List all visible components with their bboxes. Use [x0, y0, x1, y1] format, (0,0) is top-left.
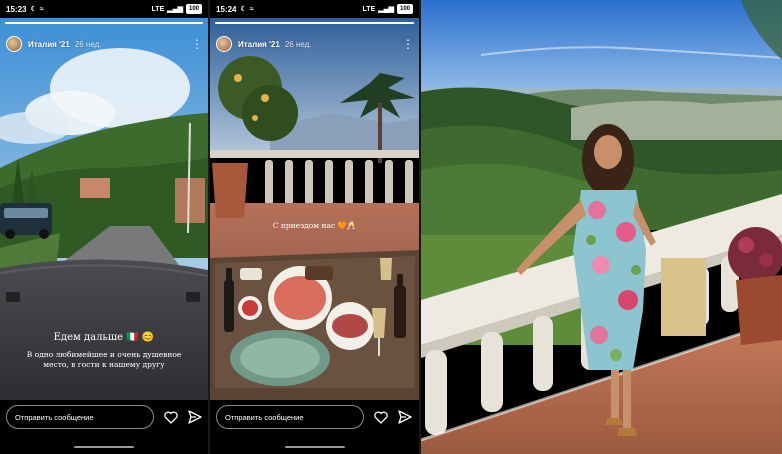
story-panel-2: 15:24 ☾ ≈ LTE ▂▄▆ 100 Италия '21 26 нед.…: [210, 0, 419, 454]
battery-icon: 100: [185, 4, 202, 14]
battery-icon: 100: [396, 4, 413, 14]
story-age: 26 нед.: [74, 39, 102, 49]
status-time: 15:23: [6, 4, 27, 14]
story-panel-1: 15:23 ☾ ≈ LTE ▂▄▆ 100 Италия '21 26 нед.…: [0, 0, 208, 454]
reply-input[interactable]: Отправить сообщение: [216, 405, 364, 429]
status-right-icons: LTE ▂▄▆ 100: [152, 4, 202, 14]
status-bar: 15:23 ☾ ≈ LTE ▂▄▆ 100: [0, 0, 208, 18]
avatar[interactable]: [6, 36, 22, 52]
wifi-icon: ≈: [249, 5, 254, 13]
reply-bar: Отправить сообщение: [216, 404, 413, 430]
caption-title-text: Едем дальше: [53, 332, 124, 343]
wifi-icon: ≈: [39, 5, 44, 13]
reply-bar: Отправить сообщение: [6, 404, 202, 430]
send-icon[interactable]: [188, 410, 202, 424]
network-label: LTE: [151, 5, 165, 13]
status-time: 15:24: [216, 4, 237, 14]
story-progress-fill: [5, 22, 203, 24]
story-username[interactable]: Италия '21: [28, 40, 70, 49]
story-progress-bar: [5, 22, 203, 24]
send-icon[interactable]: [398, 410, 412, 424]
overlay-text: С приездом нас 🧡🥂: [272, 221, 357, 230]
signal-icon: ▂▄▆: [378, 6, 394, 13]
more-icon[interactable]: ⋮: [402, 38, 414, 50]
moon-icon: ☾: [240, 6, 247, 13]
story-username[interactable]: Италия '21: [238, 40, 280, 49]
more-icon[interactable]: ⋮: [191, 38, 203, 50]
heart-icon[interactable]: [374, 410, 388, 424]
terrace-table-photo: [210, 18, 419, 400]
status-bar: 15:24 ☾ ≈ LTE ▂▄▆ 100: [210, 0, 419, 18]
home-indicator: [284, 446, 345, 448]
balcony-photo: [421, 0, 782, 454]
status-left-icons: ☾ ≈: [30, 5, 44, 14]
story-media-terrace[interactable]: [210, 18, 419, 400]
woman-on-balcony-image: [421, 0, 782, 454]
story-header: Италия '21 26 нед. ⋮: [216, 36, 414, 52]
status-right-icons: LTE ▂▄▆ 100: [363, 4, 413, 14]
heart-icon[interactable]: [164, 410, 178, 424]
avatar[interactable]: [216, 36, 232, 52]
caption-emoji: 🇮🇹 😊: [126, 332, 155, 343]
caption-title: Едем дальше 🇮🇹 😊: [0, 332, 208, 343]
caption-text: В одно любимейшее и очень душевное место…: [26, 350, 182, 369]
status-left-icons: ☾ ≈: [240, 5, 254, 14]
signal-icon: ▂▄▆: [167, 6, 183, 13]
reply-input[interactable]: Отправить сообщение: [6, 405, 154, 429]
moon-icon: ☾: [30, 6, 37, 13]
home-indicator: [74, 446, 134, 448]
story-age: 26 нед.: [284, 39, 312, 49]
story-progress-bar: [215, 22, 414, 24]
story-header: Италия '21 26 нед. ⋮: [6, 36, 203, 52]
network-label: LTE: [362, 5, 376, 13]
story-progress-fill: [215, 22, 414, 24]
